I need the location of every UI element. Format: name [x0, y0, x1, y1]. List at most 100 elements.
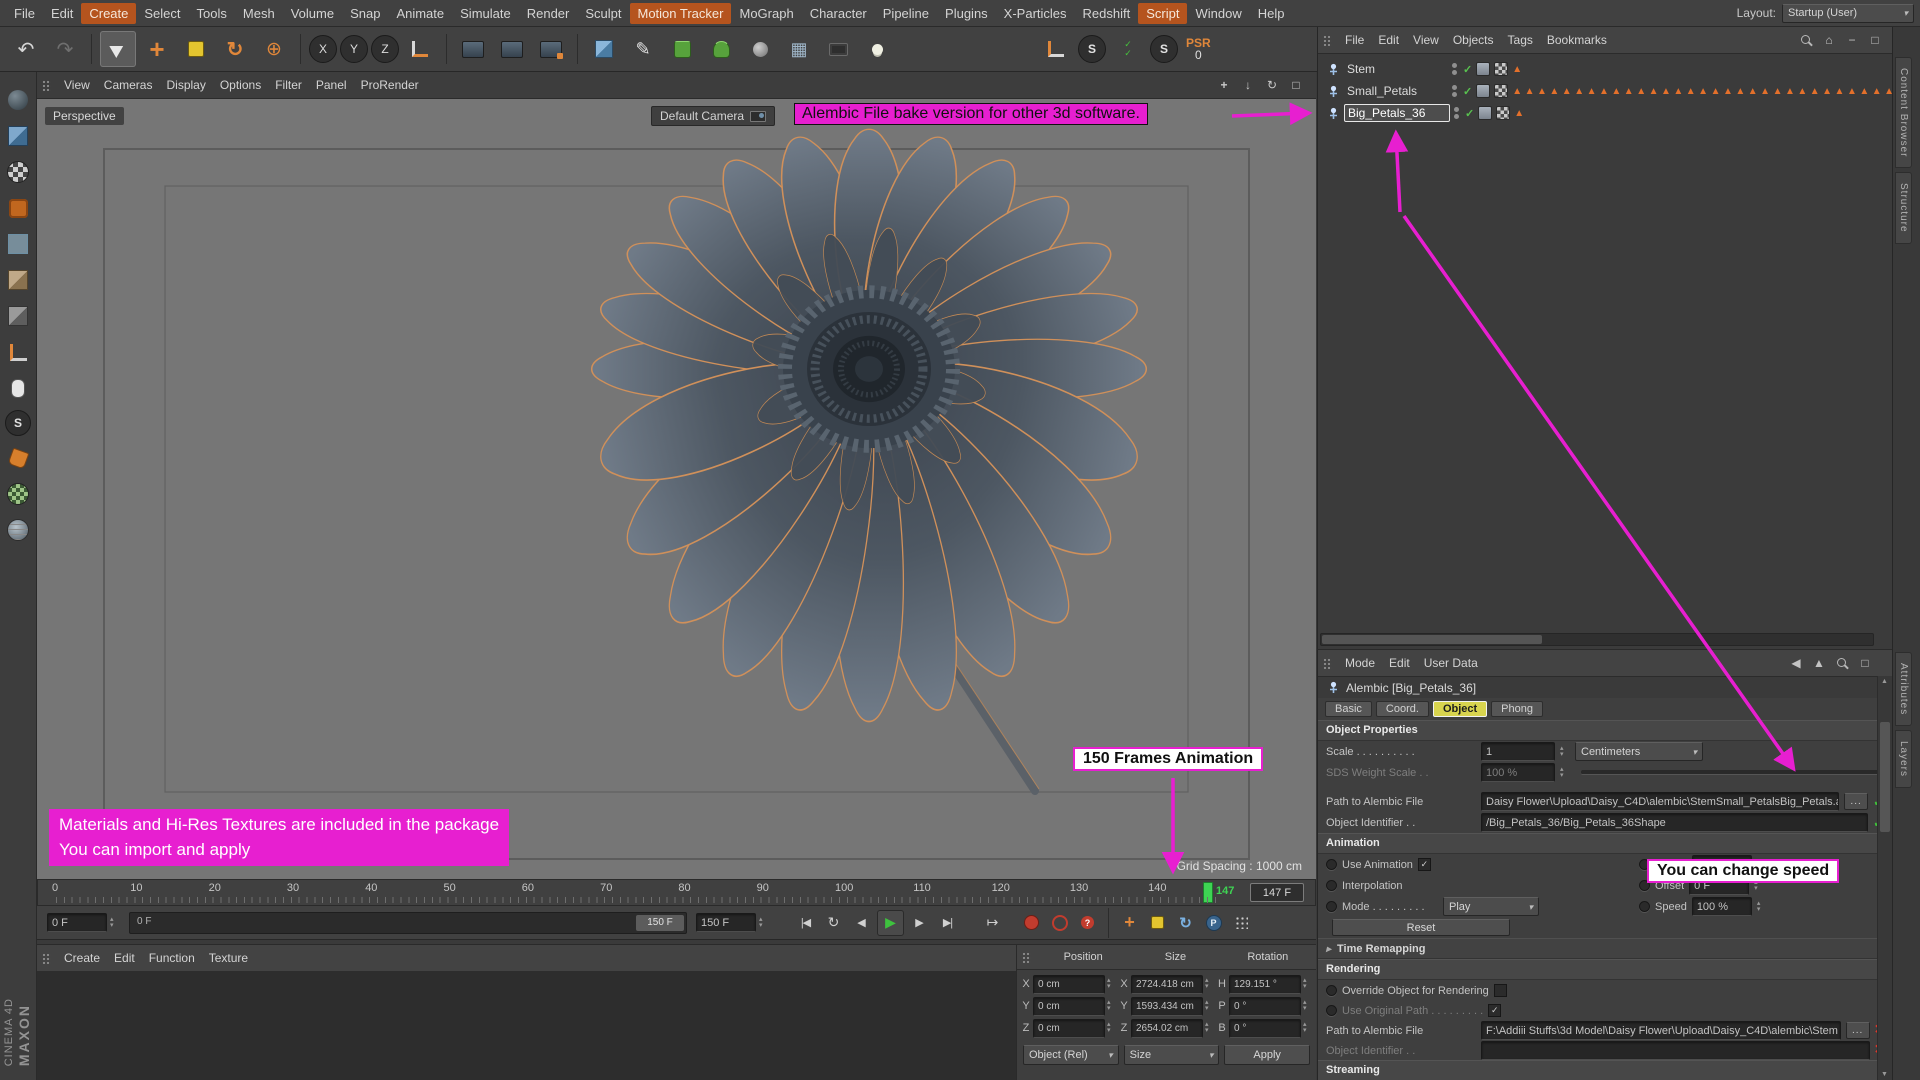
stepper[interactable]: [1303, 978, 1313, 990]
object-manager-menu-item[interactable]: Objects: [1446, 31, 1501, 49]
move-tool[interactable]: [139, 31, 175, 67]
panel-drag-handle[interactable]: [42, 79, 51, 91]
simulate-badge[interactable]: S: [1078, 35, 1106, 63]
toggle-views-icon[interactable]: [1288, 77, 1304, 93]
menu-item[interactable]: Animate: [388, 3, 452, 24]
viewport-menu-item[interactable]: Cameras: [97, 76, 160, 94]
reset-button[interactable]: Reset: [1332, 919, 1510, 936]
render-settings-button[interactable]: [533, 31, 569, 67]
menu-item[interactable]: Script: [1138, 2, 1188, 24]
attribute-tab[interactable]: Phong: [1491, 701, 1543, 717]
visibility-toggles[interactable]: [1452, 63, 1457, 75]
material-menu-item[interactable]: Texture: [202, 949, 255, 967]
animation-dot[interactable]: [1326, 985, 1337, 996]
stepper[interactable]: [1205, 1000, 1215, 1012]
stepper[interactable]: [1205, 978, 1215, 990]
dock-tab[interactable]: Layers: [1895, 730, 1912, 789]
object-identifier-field[interactable]: /Big_Petals_36/Big_Petals_36Shape: [1481, 813, 1869, 832]
menu-item[interactable]: Pipeline: [875, 3, 937, 24]
next-frame-button[interactable]: [907, 911, 932, 935]
loop-playback-button[interactable]: [821, 911, 846, 935]
workplane-mode-icon[interactable]: [4, 194, 32, 222]
tweak-mode-icon[interactable]: [4, 338, 32, 366]
search-icon[interactable]: [1836, 657, 1849, 670]
menu-item[interactable]: Create: [81, 2, 137, 24]
previous-frame-button[interactable]: [849, 911, 874, 935]
menu-item[interactable]: Sculpt: [577, 3, 629, 24]
scrollbar-thumb[interactable]: [1880, 722, 1890, 832]
generators-button[interactable]: [703, 31, 739, 67]
play-button[interactable]: [877, 909, 904, 936]
size-field[interactable]: 2724.418 cm: [1131, 974, 1203, 994]
record-rotation-toggle[interactable]: [1173, 911, 1198, 935]
dock-tab[interactable]: Structure: [1895, 172, 1912, 245]
menu-item[interactable]: Tools: [189, 3, 235, 24]
enable-check-icon[interactable]: [1465, 106, 1474, 120]
uv-sphere-icon[interactable]: [4, 516, 32, 544]
use-original-path-checkbox[interactable]: [1488, 1004, 1502, 1017]
apply-button[interactable]: Apply: [1224, 1045, 1311, 1065]
stepper[interactable]: [1107, 1022, 1117, 1034]
scrollbar-thumb[interactable]: [1322, 635, 1542, 644]
enable-check-icon[interactable]: [1463, 62, 1472, 76]
stepper[interactable]: [1107, 978, 1117, 990]
rotation-field[interactable]: 0 °: [1229, 1018, 1301, 1038]
menu-item[interactable]: Simulate: [452, 3, 519, 24]
dolly-view-icon[interactable]: [1240, 77, 1256, 93]
viewport-menu-item[interactable]: Panel: [309, 76, 354, 94]
material-menu-item[interactable]: Create: [57, 949, 107, 967]
menu-item[interactable]: Snap: [342, 3, 388, 24]
spline-pen-button[interactable]: [625, 31, 661, 67]
scale-field[interactable]: 1: [1481, 742, 1555, 761]
panel-drag-handle[interactable]: [1022, 951, 1031, 963]
texture-tag-icon[interactable]: [1494, 84, 1509, 98]
menu-item[interactable]: MoGraph: [731, 3, 801, 24]
timeline-ruler[interactable]: 0 10 20 30 40 50 60 70 80 90 100 110 120 130 140 147 1…: [37, 879, 1316, 906]
add-primitive-button[interactable]: [586, 31, 622, 67]
object-row[interactable]: Stem ▲: [1318, 58, 1892, 80]
polygons-mode-icon[interactable]: [4, 302, 32, 330]
collapse-icon[interactable]: [1845, 33, 1859, 47]
go-to-end-button[interactable]: [935, 911, 960, 935]
deformers-button[interactable]: [742, 31, 778, 67]
animation-dot[interactable]: [1326, 1005, 1337, 1016]
model-mode-icon[interactable]: [4, 122, 32, 150]
position-field[interactable]: 0 cm: [1033, 1018, 1105, 1038]
timeline-playhead[interactable]: [1203, 882, 1213, 903]
visibility-toggles[interactable]: [1452, 85, 1457, 97]
keyframe-help-button[interactable]: [1075, 911, 1100, 935]
attribute-tab[interactable]: Coord.: [1375, 701, 1429, 717]
start-frame-field[interactable]: 0 F: [47, 913, 107, 932]
attribute-tab[interactable]: Object: [1432, 701, 1488, 717]
attribute-menu-item[interactable]: User Data: [1417, 654, 1485, 672]
object-manager-menu-item[interactable]: Bookmarks: [1540, 31, 1614, 49]
object-manager-menu-item[interactable]: File: [1338, 31, 1371, 49]
viewport-solo-icon[interactable]: [4, 374, 32, 402]
attribute-menu-item[interactable]: Edit: [1382, 654, 1417, 672]
time-remapping-fold[interactable]: Time Remapping: [1318, 938, 1892, 959]
menu-item[interactable]: Character: [802, 3, 875, 24]
object-manager-menu-item[interactable]: Edit: [1371, 31, 1406, 49]
axis-lock-button[interactable]: X: [309, 35, 337, 63]
stepper[interactable]: [1560, 746, 1570, 758]
object-row[interactable]: Small_Petals ▲▲▲▲▲▲▲▲▲▲▲▲▲▲▲▲▲▲▲▲▲▲▲▲▲▲▲…: [1318, 80, 1892, 102]
panel-mode-icon[interactable]: [1868, 33, 1882, 47]
axis-lock-button[interactable]: Y: [340, 35, 368, 63]
render-to-picture-viewer-button[interactable]: [494, 31, 530, 67]
sds-slider[interactable]: [1581, 770, 1884, 775]
alembic-path-field[interactable]: Daisy Flower\Upload\Daisy_C4D\alembic\St…: [1481, 792, 1840, 811]
object-name[interactable]: Small_Petals: [1344, 83, 1448, 99]
stepper[interactable]: [1757, 901, 1767, 913]
search-icon[interactable]: [1800, 34, 1813, 47]
go-to-next-key-button[interactable]: [980, 911, 1005, 935]
attribute-tab[interactable]: Basic: [1325, 701, 1372, 717]
camera-selector[interactable]: Default Camera: [651, 106, 776, 126]
use-animation-checkbox[interactable]: [1417, 858, 1431, 871]
panel-drag-handle[interactable]: [42, 952, 51, 964]
record-parameter-toggle[interactable]: [1201, 911, 1226, 935]
material-menu-item[interactable]: Edit: [107, 949, 142, 967]
coordinate-system-button[interactable]: [402, 31, 438, 67]
scale-unit-dropdown[interactable]: Centimeters: [1575, 742, 1703, 761]
vertical-scrollbar[interactable]: [1877, 676, 1892, 1080]
render-identifier-field[interactable]: [1481, 1041, 1870, 1060]
